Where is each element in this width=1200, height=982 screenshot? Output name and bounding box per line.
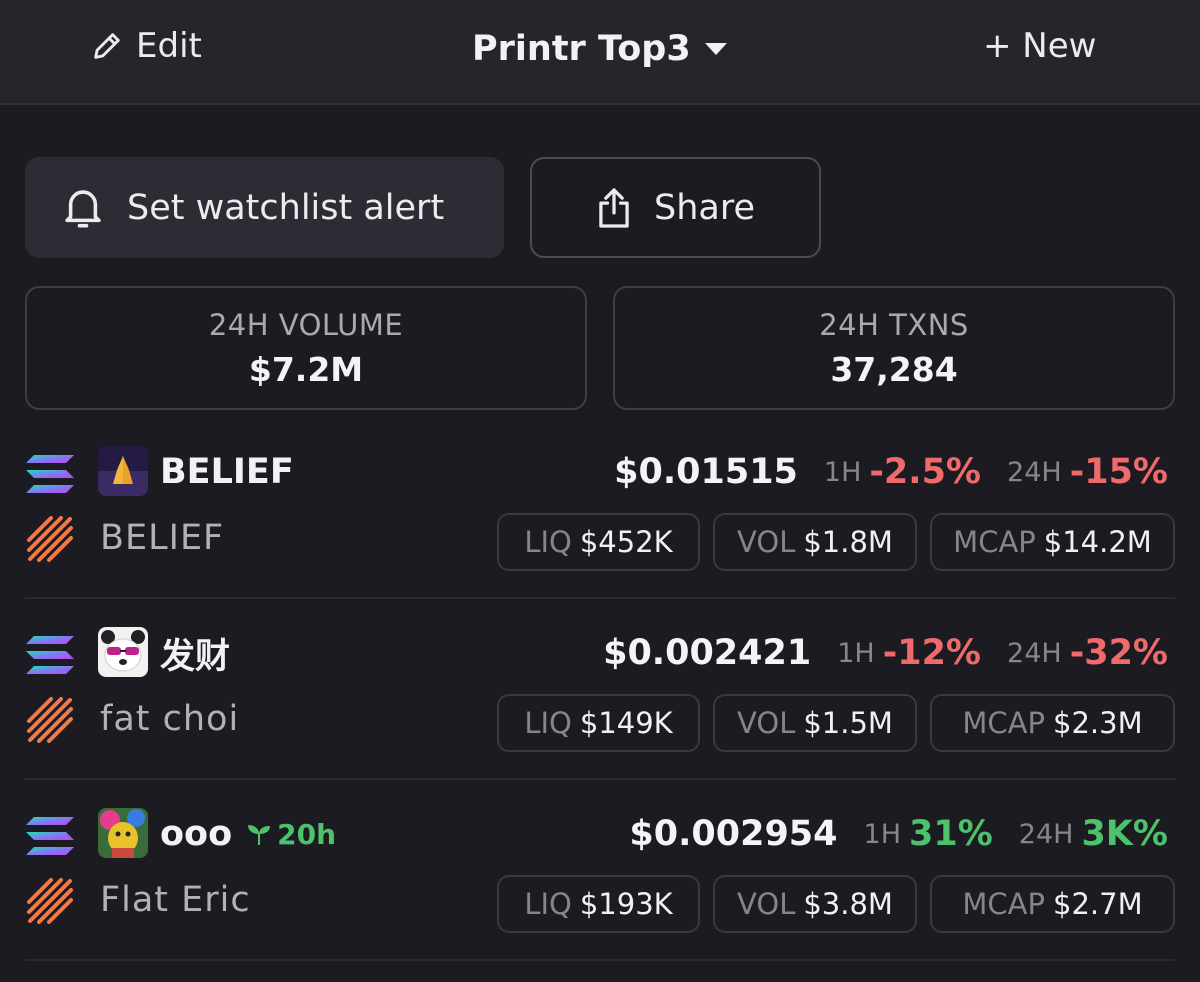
change-1h-label: 1H <box>837 637 875 669</box>
mcap-value: $2.7M <box>1053 887 1143 921</box>
mcap-value: $2.3M <box>1053 706 1143 740</box>
liquidity-pill: LIQ $149K <box>497 694 700 752</box>
token-ticker: 发财 <box>160 629 230 677</box>
market-cap-pill: MCAP $2.7M <box>930 875 1175 933</box>
liq-value: $149K <box>579 706 673 740</box>
panda-icon <box>98 627 148 677</box>
token-ticker-label: 发财 <box>160 636 231 677</box>
change-24h-value: -15% <box>1069 452 1168 492</box>
edit-button[interactable]: Edit <box>90 24 202 68</box>
volume-stat-card: 24H VOLUME $7.2M <box>25 286 587 410</box>
share-icon <box>596 186 632 230</box>
liq-label: LIQ <box>524 525 572 559</box>
change-1h-label: 1H <box>823 456 862 488</box>
vol-value: $1.5M <box>803 706 893 740</box>
solana-icon <box>25 815 75 857</box>
volume-pill: VOL $3.8M <box>713 875 917 933</box>
token-name: fat choi <box>100 699 240 739</box>
price-line: $0.002954 1H 31% 24H 3K% <box>629 810 1168 858</box>
market-cap-pill: MCAP $14.2M <box>930 513 1175 571</box>
share-button[interactable]: Share <box>530 157 821 258</box>
volume-stat-value: $7.2M <box>248 349 364 389</box>
launchpad-icon <box>25 695 75 745</box>
token-row[interactable]: ooo 20h Flat Eric $0.002954 1H 31% 24H 3… <box>0 780 1200 961</box>
solana-icon <box>25 453 75 495</box>
edit-label: Edit <box>136 26 202 66</box>
token-price: $0.002954 <box>629 814 838 854</box>
watchlist-selector[interactable]: Printr Top3 <box>472 24 729 74</box>
caret-down-icon <box>703 41 729 57</box>
change-24h-label: 24H <box>1018 818 1074 850</box>
volume-pill: VOL $1.8M <box>713 513 917 571</box>
bell-icon <box>61 185 105 231</box>
vol-label: VOL <box>737 525 796 559</box>
token-row[interactable]: 发财 fat choi $0.002421 1H -12% 24H -32% L… <box>0 599 1200 780</box>
liquidity-pill: LIQ $193K <box>497 875 700 933</box>
row-divider <box>25 959 1175 961</box>
praying-hands-icon <box>98 446 148 496</box>
mcap-label: MCAP <box>962 887 1045 921</box>
change-24h-value: 3K% <box>1081 814 1168 854</box>
token-age: 20h <box>277 817 337 851</box>
vol-label: VOL <box>737 706 796 740</box>
mcap-label: MCAP <box>953 525 1036 559</box>
price-line: $0.002421 1H -12% 24H -32% <box>603 629 1168 677</box>
set-watchlist-alert-button[interactable]: Set watchlist alert <box>25 157 504 258</box>
market-cap-pill: MCAP $2.3M <box>930 694 1175 752</box>
launchpad-icon <box>25 876 75 926</box>
token-ticker-label: ooo <box>160 814 233 854</box>
token-price: $0.01515 <box>614 452 798 492</box>
token-name: Flat Eric <box>100 880 251 920</box>
txns-stat-label: 24H TXNS <box>819 307 969 342</box>
liq-label: LIQ <box>524 887 572 921</box>
change-1h-value: 31% <box>909 814 993 854</box>
price-line: $0.01515 1H -2.5% 24H -15% <box>614 448 1168 496</box>
new-watchlist-button[interactable]: + New <box>983 24 1096 68</box>
token-price: $0.002421 <box>603 633 812 673</box>
liq-label: LIQ <box>524 706 572 740</box>
watchlist-title: Printr Top3 <box>472 29 691 69</box>
launchpad-icon <box>25 514 75 564</box>
token-ticker: BELIEF <box>160 448 294 496</box>
change-24h-label: 24H <box>1007 456 1062 488</box>
mcap-label: MCAP <box>962 706 1045 740</box>
liq-value: $193K <box>579 887 673 921</box>
token-ticker: ooo 20h <box>160 810 336 858</box>
top-bar: Edit Printr Top3 + New <box>0 0 1200 105</box>
volume-stat-label: 24H VOLUME <box>208 307 404 342</box>
solana-icon <box>25 634 75 676</box>
token-name: BELIEF <box>100 518 225 558</box>
change-1h-value: -2.5% <box>869 452 982 492</box>
mcap-value: $14.2M <box>1043 525 1152 559</box>
change-24h-value: -32% <box>1069 633 1168 673</box>
token-age-badge: 20h <box>246 818 336 851</box>
puppet-icon <box>98 808 148 858</box>
vol-value: $3.8M <box>803 887 893 921</box>
txns-stat-card: 24H TXNS 37,284 <box>613 286 1175 410</box>
sprout-icon <box>246 821 272 847</box>
token-row[interactable]: BELIEF BELIEF $0.01515 1H -2.5% 24H -15%… <box>0 418 1200 599</box>
volume-pill: VOL $1.5M <box>713 694 917 752</box>
vol-label: VOL <box>737 887 796 921</box>
pencil-icon <box>90 29 124 63</box>
txns-stat-value: 37,284 <box>830 349 958 389</box>
liq-value: $452K <box>579 525 673 559</box>
liquidity-pill: LIQ $452K <box>497 513 700 571</box>
change-24h-label: 24H <box>1007 637 1062 669</box>
vol-value: $1.8M <box>803 525 893 559</box>
change-1h-value: -12% <box>882 633 982 673</box>
alert-label: Set watchlist alert <box>127 187 445 228</box>
token-ticker-label: BELIEF <box>160 452 294 492</box>
new-label: + New <box>983 26 1097 66</box>
change-1h-label: 1H <box>863 818 901 850</box>
share-label: Share <box>653 187 755 228</box>
